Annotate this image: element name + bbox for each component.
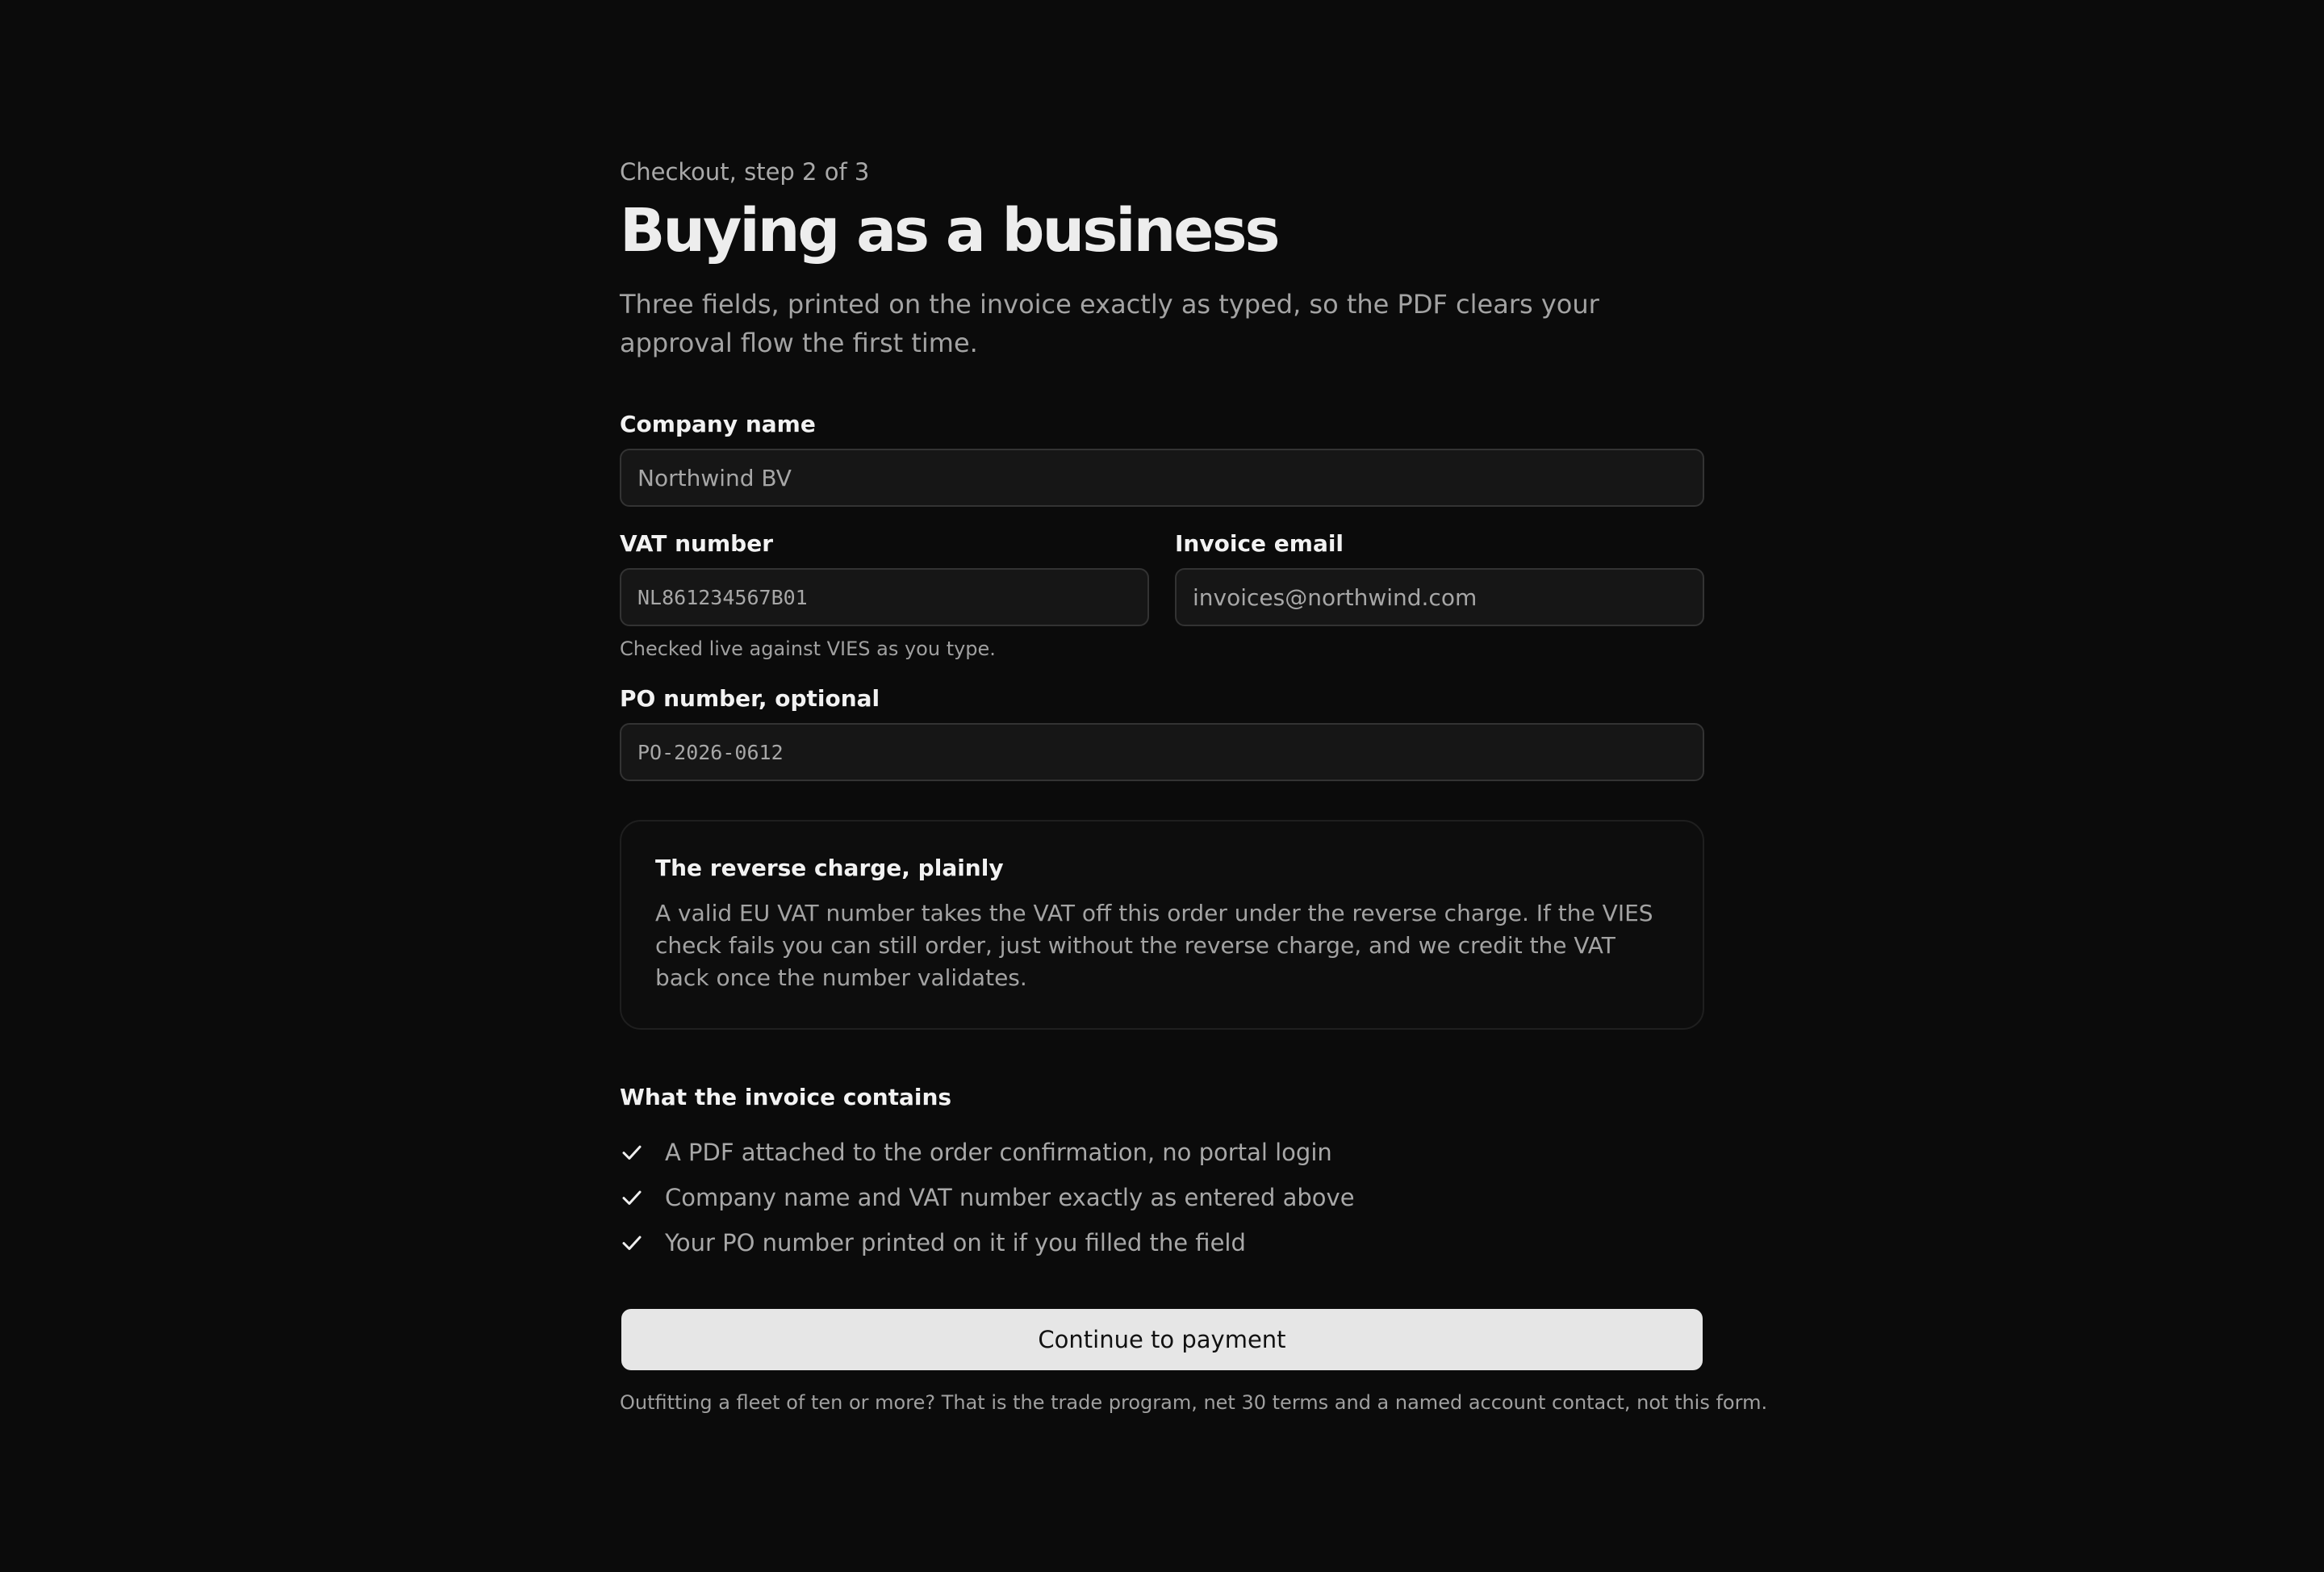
page-description: Three fields, printed on the invoice exa… (620, 289, 1599, 358)
invoice-email-label: Invoice email (1175, 530, 1344, 557)
list-item-text: Your PO number printed on it if you fill… (665, 1229, 1246, 1256)
check-icon (622, 1145, 642, 1160)
list-item: Company name and VAT number exactly as e… (620, 1175, 1355, 1220)
step-indicator: Checkout, step 2 of 3 (620, 158, 870, 186)
callout-body: A valid EU VAT number takes the VAT off … (655, 900, 1653, 991)
vat-number-label: VAT number (620, 530, 773, 557)
po-number-field[interactable] (620, 723, 1704, 781)
callout-title: The reverse charge, plainly (655, 855, 1004, 881)
trade-program-footnote: Outfitting a fleet of ten or more? That … (620, 1391, 1768, 1414)
list-item: A PDF attached to the order confirmation… (620, 1130, 1355, 1175)
page-title: Buying as a business (620, 196, 1281, 265)
company-name-field[interactable] (620, 449, 1704, 507)
check-icon (622, 1235, 642, 1250)
list-item: Your PO number printed on it if you fill… (620, 1220, 1355, 1265)
check-icon (622, 1190, 642, 1205)
reverse-charge-callout: The reverse charge, plainly A valid EU V… (620, 820, 1704, 1030)
po-number-label: PO number, optional (620, 685, 880, 712)
continue-to-payment-button[interactable]: Continue to payment (621, 1309, 1703, 1370)
vat-number-hint: Checked live against VIES as you type. (620, 638, 996, 660)
list-item-text: Company name and VAT number exactly as e… (665, 1184, 1355, 1211)
company-name-label: Company name (620, 411, 816, 437)
list-item-text: A PDF attached to the order confirmation… (665, 1139, 1332, 1166)
invoice-email-field[interactable] (1175, 568, 1704, 626)
vat-number-field[interactable] (620, 568, 1149, 626)
invoice-contents-list: A PDF attached to the order confirmation… (620, 1130, 1355, 1265)
invoice-contents-title: What the invoice contains (620, 1084, 952, 1110)
